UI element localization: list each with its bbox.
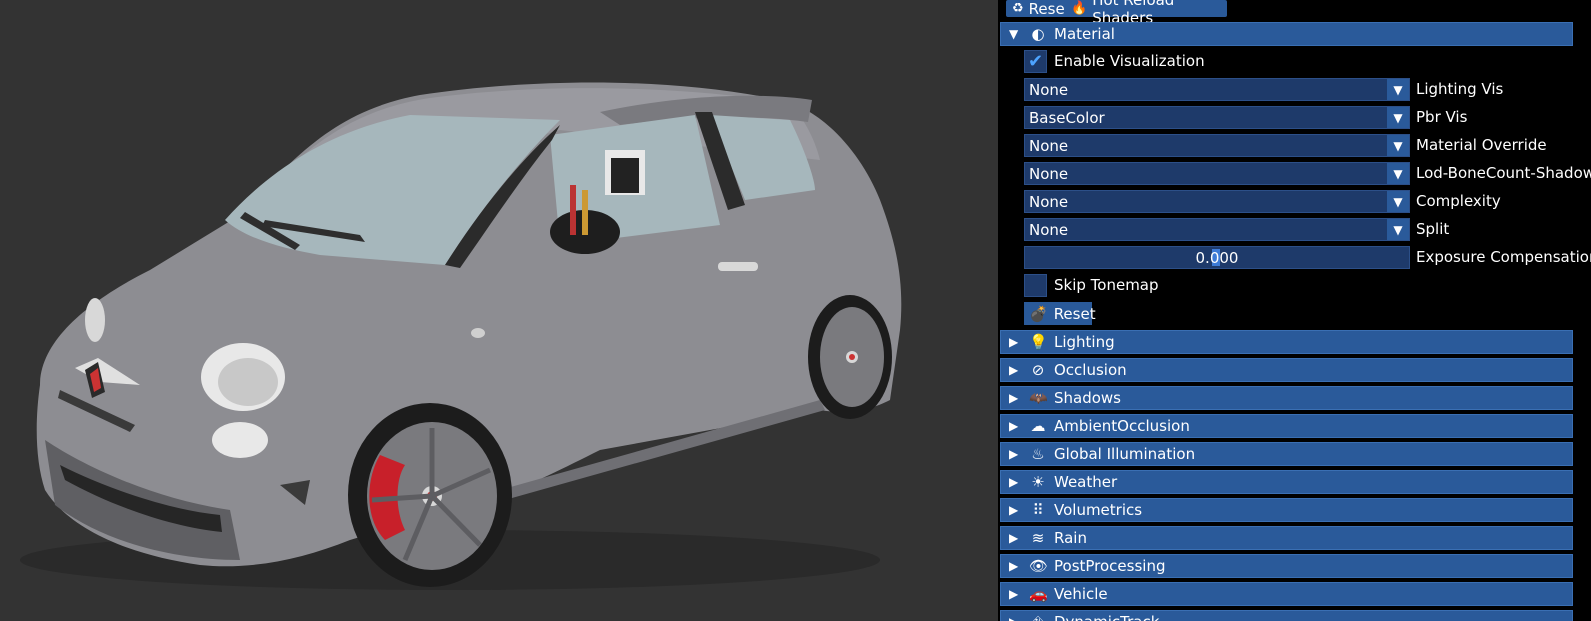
section-title: Rain	[1054, 529, 1087, 547]
material-reset-label: Reset	[1053, 304, 1096, 323]
lighting-vis-label: Lighting Vis	[1416, 80, 1504, 98]
complexity-combo[interactable]: None ▼	[1024, 190, 1410, 213]
section-header-material[interactable]: ▼ ◐ Material	[1000, 22, 1573, 46]
recycle-icon: ♻	[1012, 1, 1024, 16]
section-title: DynamicTrack	[1054, 613, 1159, 621]
bomb-icon: 💣	[1029, 304, 1048, 323]
section-header-volumetrics[interactable]: ▶ ⠿ Volumetrics	[1000, 498, 1573, 522]
complexity-label: Complexity	[1416, 192, 1501, 210]
eye-icon: 👁	[1029, 557, 1049, 575]
lod-bonecount-shadow-label: Lod-BoneCount-Shadow	[1416, 164, 1591, 182]
split-label: Split	[1416, 220, 1450, 238]
section-title: Vehicle	[1054, 585, 1108, 603]
section-header-shadows[interactable]: ▶ 🦇 Shadows	[1000, 386, 1573, 410]
expand-arrow-icon: ▶	[1009, 559, 1019, 573]
section-header-postprocessing[interactable]: ▶ 👁 PostProcessing	[1000, 554, 1573, 578]
skip-tonemap-checkbox[interactable]	[1024, 274, 1047, 297]
section-header-vehicle[interactable]: ▶ 🚗 Vehicle	[1000, 582, 1573, 606]
material-reset-button[interactable]: 💣 Reset	[1024, 302, 1096, 325]
checkmark-icon: ✔	[1027, 51, 1044, 72]
dropdown-arrow-icon[interactable]: ▼	[1387, 79, 1409, 100]
bat-icon: 🦇	[1029, 389, 1048, 407]
hot-reload-shaders-button[interactable]: 🔥 Hot Reload Shaders	[1065, 0, 1227, 27]
combo-value: None	[1029, 137, 1069, 155]
car-icon: 🚗	[1029, 585, 1048, 603]
section-title: AmbientOcclusion	[1054, 417, 1190, 435]
enable-visualization-label: Enable Visualization	[1054, 52, 1205, 70]
fire-icon: 🔥	[1071, 1, 1088, 16]
lighting-vis-combo[interactable]: None ▼	[1024, 78, 1410, 101]
expand-arrow-icon: ▶	[1009, 531, 1019, 545]
eye-slash-icon: ⊘	[1031, 361, 1045, 379]
car-render	[20, 82, 902, 590]
expand-arrow-icon: ▶	[1009, 363, 1019, 377]
road-icon: ⛗	[1029, 613, 1047, 621]
expand-arrow-icon: ▶	[1009, 419, 1019, 433]
settings-panel: ♻ Reset 🔥 Hot Reload Shaders ▼ ◐ Materia…	[998, 0, 1591, 621]
section-title: Material	[1054, 25, 1115, 43]
pbr-vis-combo[interactable]: BaseColor ▼	[1024, 106, 1410, 129]
expand-arrow-icon: ▶	[1009, 503, 1019, 517]
dropdown-arrow-icon[interactable]: ▼	[1387, 191, 1409, 212]
combo-value: BaseColor	[1029, 109, 1105, 127]
3d-viewport[interactable]	[0, 0, 998, 621]
section-title: Weather	[1054, 473, 1118, 491]
section-header-occlusion[interactable]: ▶ ⊘ Occlusion	[1000, 358, 1573, 382]
dropdown-arrow-icon[interactable]: ▼	[1387, 135, 1409, 156]
section-title: Occlusion	[1054, 361, 1127, 379]
lod-bonecount-shadow-combo[interactable]: None ▼	[1024, 162, 1410, 185]
dropdown-arrow-icon[interactable]: ▼	[1387, 163, 1409, 184]
exposure-compensation-label: Exposure Compensation	[1416, 248, 1591, 266]
expand-arrow-icon: ▶	[1009, 391, 1019, 405]
sun-cloud-icon: ☀	[1031, 473, 1045, 491]
section-header-ambientocclusion[interactable]: ▶ ☁ AmbientOcclusion	[1000, 414, 1573, 438]
slider-value: 0.000	[1195, 249, 1239, 267]
expand-arrow-icon: ▶	[1009, 447, 1019, 461]
pbr-vis-label: Pbr Vis	[1416, 108, 1468, 126]
dropdown-arrow-icon[interactable]: ▼	[1387, 219, 1409, 240]
section-title: Volumetrics	[1054, 501, 1143, 519]
combo-value: None	[1029, 221, 1069, 239]
section-title: PostProcessing	[1054, 557, 1166, 575]
skip-tonemap-label: Skip Tonemap	[1054, 276, 1159, 294]
exposure-compensation-slider[interactable]: 0.000	[1024, 246, 1410, 269]
combo-value: None	[1029, 165, 1069, 183]
enable-visualization-checkbox[interactable]: ✔	[1024, 50, 1047, 73]
material-override-label: Material Override	[1416, 136, 1547, 154]
section-header-rain[interactable]: ▶ ≋ Rain	[1000, 526, 1573, 550]
combo-value: None	[1029, 81, 1069, 99]
cloud-icon: ☁	[1030, 417, 1046, 435]
section-title: Lighting	[1054, 333, 1115, 351]
dots-grid-icon: ⠿	[1032, 501, 1044, 519]
dropdown-arrow-icon[interactable]: ▼	[1387, 107, 1409, 128]
section-header-dynamictrack[interactable]: ▶ ⛗ DynamicTrack	[1000, 610, 1573, 621]
lightbulb-icon: 💡	[1029, 333, 1048, 351]
section-title: Global Illumination	[1054, 445, 1196, 463]
palette-icon: ◐	[1031, 25, 1045, 43]
expand-arrow-icon: ▶	[1009, 335, 1019, 349]
section-header-weather[interactable]: ▶ ☀ Weather	[1000, 470, 1573, 494]
combo-value: None	[1029, 193, 1069, 211]
expand-arrow-icon: ▶	[1009, 615, 1021, 621]
water-icon: ≋	[1031, 529, 1045, 547]
section-header-global-illumination[interactable]: ▶ ♨ Global Illumination	[1000, 442, 1573, 466]
section-title: Shadows	[1054, 389, 1122, 407]
section-header-lighting[interactable]: ▶ 💡 Lighting	[1000, 330, 1573, 354]
split-combo[interactable]: None ▼	[1024, 218, 1410, 241]
collapse-arrow-icon: ▼	[1009, 27, 1019, 41]
material-override-combo[interactable]: None ▼	[1024, 134, 1410, 157]
heat-waves-icon: ♨	[1031, 445, 1045, 463]
expand-arrow-icon: ▶	[1009, 587, 1019, 601]
expand-arrow-icon: ▶	[1009, 475, 1019, 489]
